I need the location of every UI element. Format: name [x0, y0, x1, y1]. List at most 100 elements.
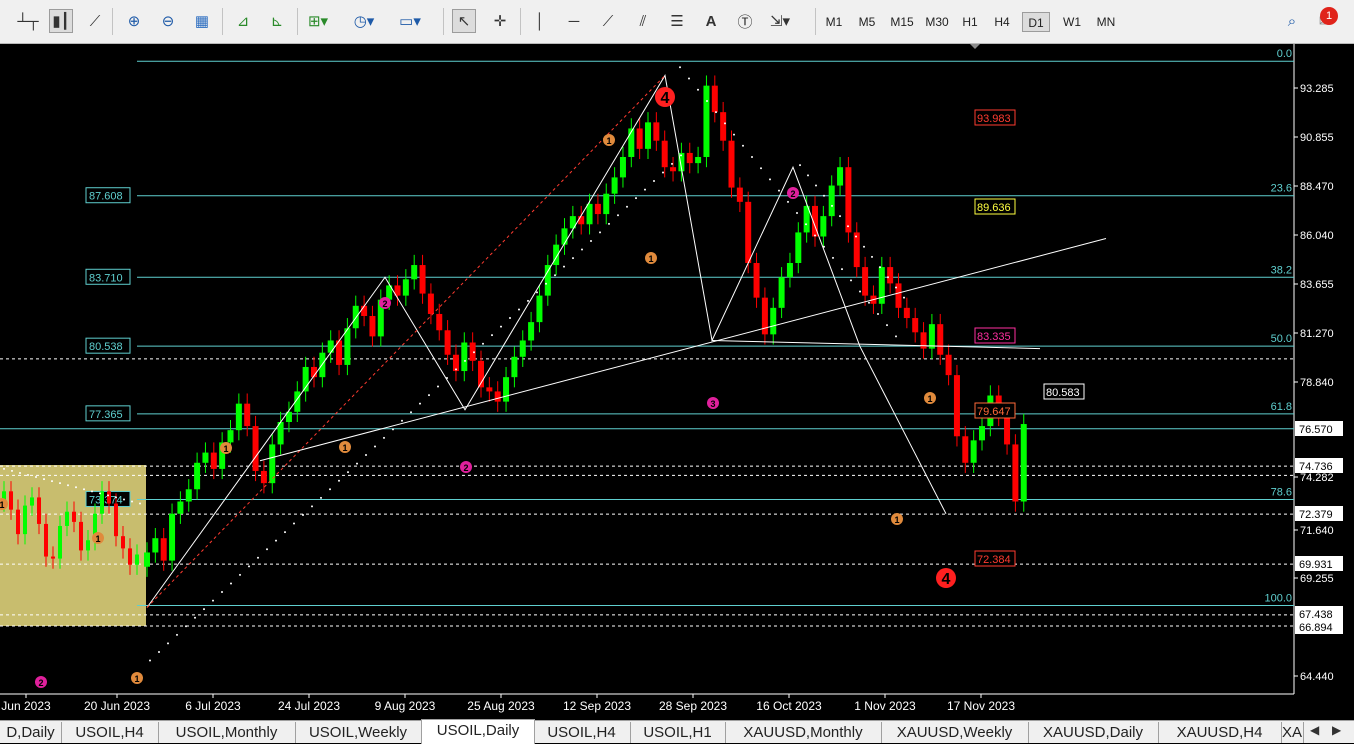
tab-usoil-weekly[interactable]: USOIL,Weekly — [295, 722, 422, 743]
wave-1-label-text: 1 — [223, 444, 228, 454]
sar-dot — [518, 308, 520, 311]
trendline-icon[interactable]: ⟋ — [596, 9, 620, 33]
timeframe-m15[interactable]: M15 — [887, 12, 917, 32]
sar-dot — [751, 156, 753, 159]
equidistant-channel-icon[interactable]: ⫽ — [631, 9, 655, 33]
tab-usoil-h4[interactable]: USOIL,H4 — [533, 722, 631, 743]
tab-usoil-monthly[interactable]: USOIL,Monthly — [158, 722, 296, 743]
axis-price-label: 88.470 — [1300, 181, 1334, 193]
tile-windows-icon[interactable]: ▦ — [190, 9, 214, 33]
price-box-label: 72.384 — [977, 554, 1011, 566]
timeframe-m5[interactable]: M5 — [853, 12, 881, 32]
candlestick-icon[interactable]: ▮┃ — [49, 9, 73, 33]
periods-icon[interactable]: ◷▾ — [352, 9, 376, 33]
timeframe-h1[interactable]: H1 — [956, 12, 984, 32]
candle-body — [561, 228, 568, 245]
fib-level-label: 61.8 — [1271, 401, 1292, 413]
sar-dot — [75, 486, 77, 489]
text-label-icon[interactable]: Ⓣ — [733, 9, 757, 33]
axis-price-label: 78.840 — [1300, 377, 1334, 389]
sar-dot — [131, 500, 133, 503]
fib-level-label: 50.0 — [1271, 333, 1292, 345]
price-chart[interactable]: 0.0 23.6 38.2 50.0 61.8 78.6 100.0 87.608 83.710… — [0, 44, 1354, 720]
candle-body — [745, 201, 752, 264]
candle-body — [227, 430, 234, 443]
indicators-icon[interactable]: ⊞▾ — [306, 9, 330, 33]
tab-xauusd-daily[interactable]: XAUUSD,Daily — [1028, 722, 1159, 743]
timeframe-m1[interactable]: M1 — [820, 12, 848, 32]
cursor-icon[interactable]: ↖ — [452, 9, 476, 33]
tab-xauusd-weekly[interactable]: XAUUSD,Weekly — [881, 722, 1029, 743]
tab-scroll-right-icon[interactable]: ▶ — [1332, 723, 1341, 737]
candle-body — [44, 523, 48, 557]
text-icon[interactable]: A — [699, 9, 723, 33]
tab-usoil-h4[interactable]: USOIL,H4 — [61, 722, 159, 743]
sar-dot — [653, 180, 655, 183]
sar-dot — [572, 257, 574, 260]
candle-body — [970, 440, 977, 463]
date-label: 20 Jun 2023 — [84, 699, 150, 713]
candle-body — [786, 263, 793, 278]
candle-body — [100, 491, 104, 514]
timeframe-d1[interactable]: D1 — [1022, 12, 1050, 32]
arrows-icon[interactable]: ⇲▾ — [768, 9, 792, 33]
autoscroll-icon[interactable]: ⊿ — [231, 9, 255, 33]
wave-1-label-text: 1 — [342, 443, 347, 453]
sar-dot — [563, 265, 565, 268]
candle-body — [16, 509, 20, 535]
sar-dot — [688, 77, 690, 80]
sar-dot — [799, 164, 801, 167]
sar-dot — [850, 279, 852, 282]
candle-body — [1012, 444, 1019, 502]
tab-scroll-left-icon[interactable]: ◀ — [1310, 723, 1319, 737]
tab-d-daily[interactable]: D,Daily — [0, 722, 62, 743]
timeframe-w1[interactable]: W1 — [1058, 12, 1086, 32]
timeframe-m30[interactable]: M30 — [922, 12, 952, 32]
fib-value-label: 83.710 — [89, 272, 123, 284]
search-icon[interactable]: ⌕ — [1280, 9, 1304, 33]
date-label: 6 Jul 2023 — [185, 699, 241, 713]
chart-tabs: D,Daily USOIL,H4 USOIL,Monthly USOIL,Weekly… — [0, 719, 1354, 744]
zoom-in-icon[interactable]: ⊕ — [122, 9, 146, 33]
chart-shift-icon[interactable]: ⊾ — [265, 9, 289, 33]
sar-dot — [724, 122, 726, 125]
tab-usoil-daily[interactable]: USOIL,Daily — [421, 719, 535, 744]
line-chart-icon[interactable]: ⟋ — [83, 9, 107, 33]
sar-dot — [662, 171, 664, 174]
candle-body — [23, 505, 27, 535]
sar-dot — [338, 479, 340, 482]
wave-zigzag-line — [146, 74, 947, 608]
candle-body — [653, 122, 660, 141]
timeframe-h4[interactable]: H4 — [988, 12, 1016, 32]
tab-xauusd-monthly[interactable]: XAUUSD,Monthly — [725, 722, 882, 743]
tab-xauusd-h4[interactable]: XAUUSD,H4 — [1158, 722, 1282, 743]
fib-level-label: 38.2 — [1271, 264, 1292, 276]
fibonacci-icon[interactable]: ☰ — [665, 9, 689, 33]
sar-dot — [365, 454, 367, 457]
wave-2-label-text: 2 — [38, 678, 43, 688]
candle-body — [185, 489, 192, 502]
tab-usoil-h1[interactable]: USOIL,H1 — [630, 722, 726, 743]
sar-dot — [706, 99, 708, 102]
toolbar-separator — [297, 8, 298, 35]
crosshair-icon[interactable]: ✛ — [488, 9, 512, 33]
sar-dot — [871, 255, 873, 258]
tab-xa[interactable]: XA — [1281, 722, 1304, 743]
sar-dot — [149, 659, 151, 662]
vertical-line-icon[interactable]: │ — [528, 9, 552, 33]
candle-body — [703, 85, 710, 158]
sar-dot — [428, 394, 430, 397]
horizontal-line-icon[interactable]: ─ — [562, 9, 586, 33]
templates-icon[interactable]: ▭▾ — [398, 9, 422, 33]
sar-dot — [715, 111, 717, 114]
candle-body — [661, 140, 668, 168]
sar-dot — [275, 539, 277, 542]
sar-dot — [59, 482, 61, 485]
zoom-out-icon[interactable]: ⊖ — [156, 9, 180, 33]
candle-body — [37, 497, 41, 524]
timeframe-mn[interactable]: MN — [1091, 12, 1121, 32]
bar-chart-icon[interactable]: ┴┬ — [16, 9, 40, 33]
candle-body — [121, 536, 125, 549]
fib-level-label: 100.0 — [1264, 592, 1292, 604]
date-label: 17 Nov 2023 — [947, 699, 1015, 713]
